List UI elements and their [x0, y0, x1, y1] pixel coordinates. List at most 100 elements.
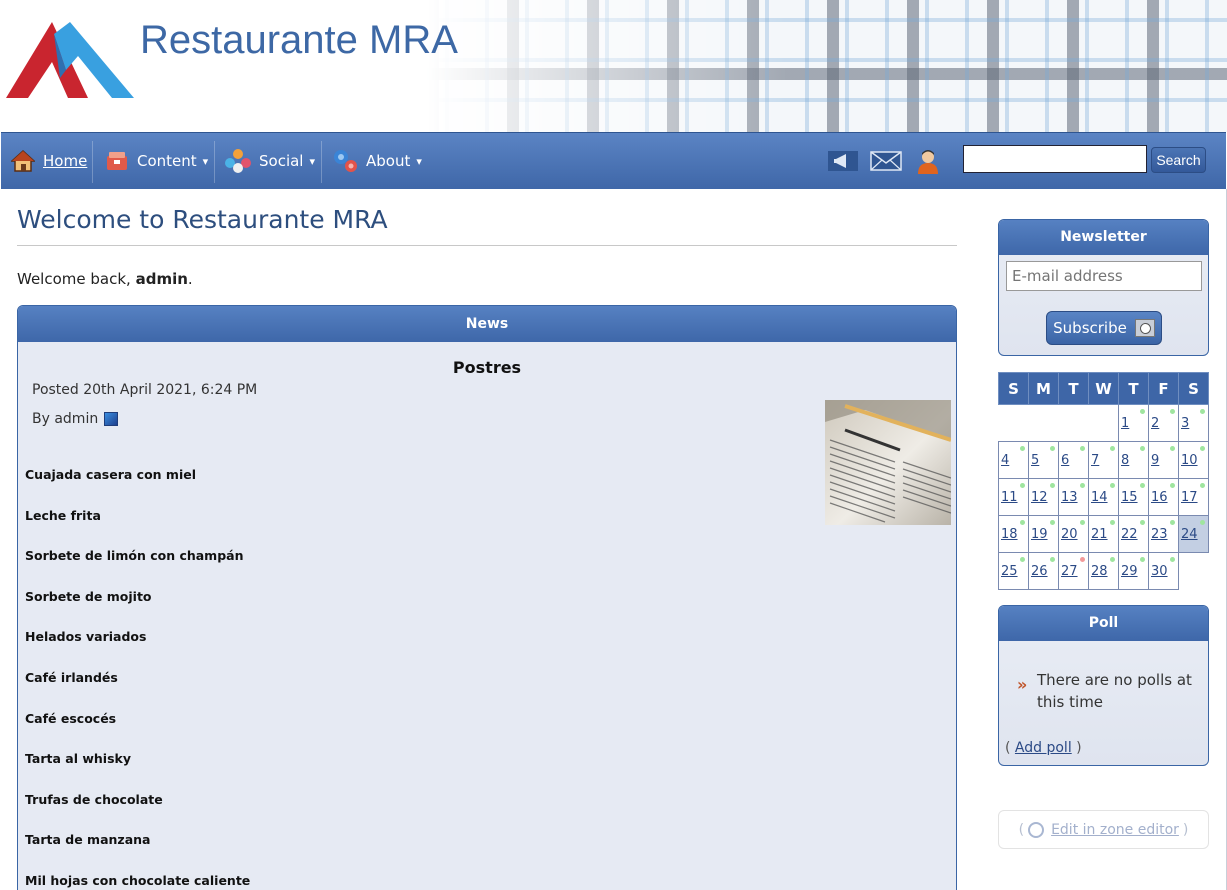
calendar-status-dot — [1050, 446, 1055, 451]
calendar-day-link[interactable]: 28 — [1091, 564, 1108, 579]
calendar-day-link[interactable]: 25 — [1001, 564, 1018, 579]
calendar-day-link[interactable]: 23 — [1151, 527, 1168, 542]
calendar-day-link[interactable]: 8 — [1121, 453, 1129, 468]
calendar-day-link[interactable]: 29 — [1121, 564, 1138, 579]
calendar-status-dot — [1050, 520, 1055, 525]
calendar-day-link[interactable]: 16 — [1151, 490, 1168, 505]
calendar-week-row: 25 26 27 28 29 30 — [998, 552, 1209, 590]
calendar-day-link[interactable]: 7 — [1091, 453, 1099, 468]
nav-social[interactable]: Social ▾ — [225, 133, 315, 189]
calendar-day-link[interactable]: 3 — [1181, 416, 1189, 431]
nav-about[interactable]: About ▾ — [332, 133, 422, 189]
envelope-icon — [870, 151, 902, 171]
newspaper-thumbnail[interactable] — [825, 400, 951, 525]
calendar-status-dot — [1050, 557, 1055, 562]
calendar-status-dot — [1170, 557, 1175, 562]
calendar-status-dot — [1200, 409, 1205, 414]
calendar-day-link[interactable]: 22 — [1121, 527, 1138, 542]
calendar-day-link[interactable]: 21 — [1091, 527, 1108, 542]
chevron-down-icon: ▾ — [202, 154, 209, 168]
subscribe-label: Subscribe — [1053, 319, 1127, 337]
zone-editor-icon — [1028, 821, 1045, 838]
calendar-empty-cell — [1028, 404, 1059, 442]
nav-content[interactable]: Content ▾ — [105, 133, 208, 189]
messages-button[interactable] — [869, 147, 903, 175]
calendar-day-cell: 6 — [1058, 441, 1089, 479]
chevron-down-icon: ▾ — [309, 154, 316, 168]
calendar-day-cell: 17 — [1178, 478, 1209, 516]
search-input[interactable] — [963, 145, 1147, 173]
zone-editor-link-box: ( Edit in zone editor ) — [998, 810, 1209, 849]
calendar-weekday: M — [1028, 372, 1059, 405]
calendar-weekday: S — [1178, 372, 1209, 405]
calendar-day-link[interactable]: 14 — [1091, 490, 1108, 505]
news-author: By admin — [32, 411, 119, 427]
news-list-item: Helados variados — [25, 629, 147, 645]
calendar-status-dot — [1050, 483, 1055, 488]
calendar-status-dot — [1170, 483, 1175, 488]
calendar-day-link[interactable]: 4 — [1001, 453, 1009, 468]
calendar-day-link[interactable]: 5 — [1031, 453, 1039, 468]
author-profile-icon[interactable] — [104, 412, 119, 426]
calendar-day-link[interactable]: 24 — [1181, 527, 1198, 542]
add-poll-link[interactable]: Add poll — [1015, 740, 1072, 756]
calendar-day-link[interactable]: 11 — [1001, 490, 1018, 505]
calendar-day-cell: 20 — [1058, 515, 1089, 553]
calendar-day-cell: 13 — [1058, 478, 1089, 516]
newsletter-email-input[interactable] — [1006, 261, 1202, 291]
calendar-status-dot — [1170, 520, 1175, 525]
calendar-day-link[interactable]: 9 — [1151, 453, 1159, 468]
calendar-day-link[interactable]: 27 — [1061, 564, 1078, 579]
calendar-status-dot — [1170, 409, 1175, 414]
calendar-week-row: 18 19 20 21 22 23 24 — [998, 515, 1209, 553]
news-list-item: Café irlandés — [25, 669, 118, 685]
calendar-day-link[interactable]: 15 — [1121, 490, 1138, 505]
chevron-down-icon: ▾ — [416, 154, 422, 168]
calendar-week-row: 1 2 3 — [998, 404, 1209, 442]
nav-divider — [92, 141, 93, 183]
news-list-item: Café escocés — [25, 710, 117, 726]
announcement-button[interactable] — [827, 147, 859, 175]
calendar-day-link[interactable]: 1 — [1121, 416, 1129, 431]
calendar-weekday-row: SMTWTFS — [998, 372, 1209, 405]
calendar-day-link[interactable]: 6 — [1061, 453, 1069, 468]
calendar-day-link[interactable]: 10 — [1181, 453, 1198, 468]
calendar: SMTWTFS 1 2 3 4 5 6 7 8 9 10 11 12 13 14 15 16 17 18 19 20 2… — [998, 372, 1209, 590]
calendar-day-link[interactable]: 12 — [1031, 490, 1048, 505]
user-profile-button[interactable] — [914, 147, 942, 175]
site-name[interactable]: Restaurante MRA — [140, 18, 458, 63]
news-item-list: Cuajada casera con miel Leche frita Sorbet… — [25, 467, 250, 890]
calendar-empty-cell — [1058, 404, 1089, 442]
calendar-status-dot — [1140, 446, 1145, 451]
calendar-day-cell: 21 — [1088, 515, 1119, 553]
calendar-day-link[interactable]: 18 — [1001, 527, 1018, 542]
news-article-title[interactable]: Postres — [18, 358, 956, 377]
calendar-status-dot — [1140, 483, 1145, 488]
calendar-day-link[interactable]: 13 — [1061, 490, 1078, 505]
subscribe-button[interactable]: Subscribe — [1046, 311, 1162, 345]
news-list-item: Sorbete de limón con champán — [25, 548, 244, 564]
megaphone-icon — [828, 151, 858, 171]
news-panel: News Postres Posted 20th April 2021, 6:2… — [17, 305, 957, 890]
calendar-day-link[interactable]: 2 — [1151, 416, 1159, 431]
calendar-day-link[interactable]: 19 — [1031, 527, 1048, 542]
calendar-day-cell: 12 — [1028, 478, 1059, 516]
site-logo-icon[interactable] — [6, 22, 134, 100]
nav-social-label: Social — [259, 152, 304, 170]
calendar-day-link[interactable]: 30 — [1151, 564, 1168, 579]
nav-home[interactable]: Home — [11, 133, 87, 189]
double-chevron-right-icon: » — [1017, 675, 1028, 694]
calendar-day-link[interactable]: 26 — [1031, 564, 1048, 579]
edit-zone-editor-link[interactable]: Edit in zone editor — [1051, 822, 1179, 838]
search-button[interactable]: Search — [1151, 147, 1206, 173]
news-list-item: Tarta de manzana — [25, 832, 151, 848]
calendar-weekday: F — [1148, 372, 1179, 405]
welcome-message: Welcome back, admin. — [17, 270, 193, 288]
calendar-day-link[interactable]: 17 — [1181, 490, 1198, 505]
calendar-day-link[interactable]: 20 — [1061, 527, 1078, 542]
newsletter-header: Newsletter — [999, 220, 1208, 255]
welcome-suffix: . — [187, 270, 193, 288]
calendar-status-dot — [1170, 446, 1175, 451]
calendar-status-dot — [1200, 520, 1205, 525]
calendar-day-cell: 3 — [1178, 404, 1209, 442]
